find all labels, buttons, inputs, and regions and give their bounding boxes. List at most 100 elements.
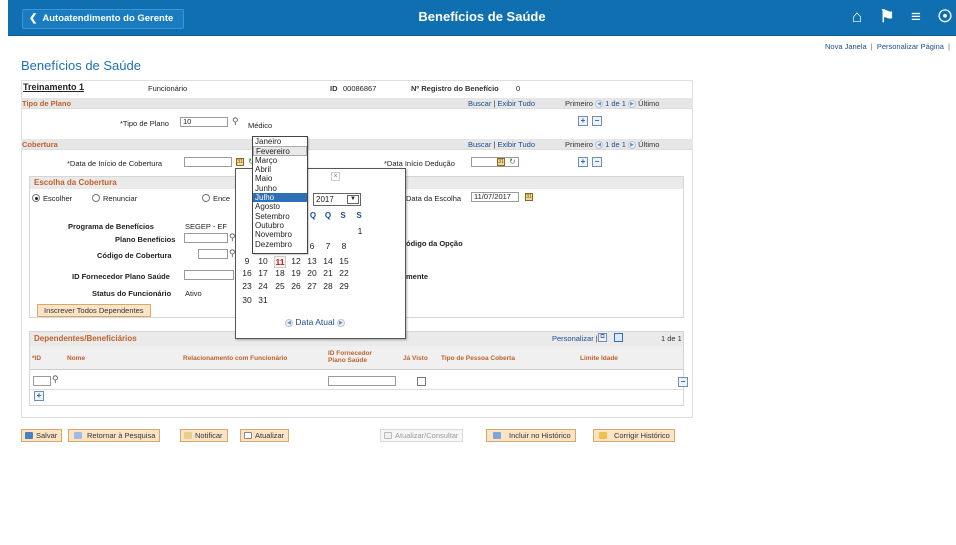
- calendar-day[interactable]: 29: [338, 281, 350, 291]
- next-month-icon[interactable]: ▶: [336, 318, 345, 327]
- next-arrow-icon[interactable]: ▶: [628, 100, 637, 109]
- calendar-day[interactable]: 11: [274, 256, 286, 268]
- update-view-button[interactable]: Atualizar/Consultar: [380, 429, 464, 442]
- calendar-day[interactable]: 24: [257, 281, 269, 291]
- delete-row-button[interactable]: −: [592, 116, 602, 126]
- plan-type-input[interactable]: 10: [180, 117, 228, 127]
- refresh-button[interactable]: Atualizar: [240, 429, 290, 442]
- grid-personalize-link[interactable]: Personalizar: [552, 334, 594, 343]
- month-option[interactable]: Junho: [253, 184, 307, 193]
- add-row-button[interactable]: +: [34, 391, 44, 401]
- month-option[interactable]: Março: [253, 156, 307, 165]
- month-option[interactable]: Setembro: [253, 212, 307, 221]
- coverage-search-link[interactable]: Buscar: [468, 140, 491, 149]
- seen-checkbox[interactable]: [417, 377, 426, 386]
- calendar-day[interactable]: 10: [257, 256, 269, 266]
- calendar-day[interactable]: 14: [322, 256, 334, 266]
- prev-arrow-icon[interactable]: ◀: [595, 141, 604, 150]
- end-radio[interactable]: [202, 194, 210, 202]
- coverage-show-all-link[interactable]: Exibir Tudo: [497, 140, 535, 149]
- calendar-day[interactable]: 20: [306, 268, 318, 278]
- notify-button[interactable]: Notificar: [180, 429, 228, 442]
- lookup-icon[interactable]: ⚲: [52, 374, 59, 385]
- compass-icon[interactable]: ☉: [934, 6, 956, 28]
- enroll-all-dependents-button[interactable]: Inscrever Todos Dependentes: [37, 304, 151, 317]
- month-option[interactable]: Fevereiro: [253, 146, 307, 156]
- include-history-button[interactable]: Incluir no Histórico: [486, 429, 576, 442]
- add-row-button[interactable]: +: [578, 116, 588, 126]
- plan-show-all-link[interactable]: Exibir Tudo: [497, 99, 535, 108]
- month-option[interactable]: Abril: [253, 165, 307, 174]
- calendar-day[interactable]: 23: [241, 281, 253, 291]
- choose-radio[interactable]: [32, 194, 40, 202]
- choice-date-label: Data da Escolha: [406, 194, 462, 203]
- calendar-day[interactable]: 12: [290, 256, 302, 266]
- calendar-day[interactable]: 15: [338, 256, 350, 266]
- calendar-day[interactable]: 18: [274, 268, 286, 278]
- calendar-day[interactable]: 8: [338, 241, 350, 251]
- new-window-link[interactable]: Nova Janela: [825, 42, 867, 51]
- prev-arrow-icon[interactable]: ◀: [595, 100, 604, 109]
- refresh-icon[interactable]: ↻: [509, 157, 516, 166]
- calendar-icon[interactable]: 31: [525, 193, 533, 201]
- calendar-day[interactable]: 21: [322, 268, 334, 278]
- provider-id-label: ID Fornecedor Plano Saúde: [72, 272, 170, 281]
- next-arrow-icon[interactable]: ▶: [628, 141, 637, 150]
- plan-benefits-input[interactable]: [184, 233, 228, 243]
- month-option[interactable]: Agosto: [253, 202, 307, 211]
- provider-id-input[interactable]: [184, 270, 234, 280]
- coverage-code-label: Código de Cobertura: [97, 251, 172, 260]
- calendar-day[interactable]: 31: [257, 295, 269, 305]
- calendar-day[interactable]: 28: [322, 281, 334, 291]
- delete-row-button[interactable]: −: [678, 377, 688, 387]
- dependent-id-input[interactable]: [33, 376, 51, 386]
- month-option[interactable]: Maio: [253, 174, 307, 183]
- year-select[interactable]: 2017 ▼: [313, 193, 361, 206]
- coverage-start-input[interactable]: [184, 157, 232, 167]
- col-age-limit: Limite Idade: [580, 355, 618, 362]
- flag-icon[interactable]: ⚑: [876, 6, 898, 28]
- calendar-day[interactable]: 16: [241, 268, 253, 278]
- zoom-grid-icon[interactable]: ⧉: [598, 333, 607, 342]
- calendar-day[interactable]: 9: [241, 256, 253, 266]
- plan-search-link[interactable]: Buscar: [468, 99, 491, 108]
- col-id: *ID: [32, 355, 42, 362]
- top-bar: ❮ Autoatendimento do Gerente Benefícios d…: [8, 0, 956, 36]
- calendar-day[interactable]: 25: [274, 281, 286, 291]
- add-row-button[interactable]: +: [578, 157, 588, 167]
- home-icon[interactable]: ⌂: [846, 6, 868, 28]
- today-link[interactable]: ◀ Data Atual ▶: [285, 317, 345, 327]
- save-button[interactable]: Salvar: [21, 429, 63, 442]
- download-grid-icon[interactable]: [614, 333, 623, 342]
- calendar-day[interactable]: 26: [290, 281, 302, 291]
- month-option[interactable]: Janeiro: [253, 137, 307, 146]
- benefit-reg-label: Nº Registro do Benefício: [411, 84, 499, 93]
- calendar-day[interactable]: 19: [290, 268, 302, 278]
- return-search-button[interactable]: Retornar à Pesquisa: [68, 429, 161, 442]
- grid-count: 1 de 1: [661, 334, 682, 343]
- month-option[interactable]: Dezembro: [253, 240, 307, 249]
- prev-month-icon[interactable]: ◀: [285, 318, 293, 327]
- dependent-provider-input[interactable]: [328, 376, 396, 386]
- month-option[interactable]: Outubro: [253, 221, 307, 230]
- correct-history-button[interactable]: Corrigir Histórico: [593, 429, 675, 442]
- lookup-icon[interactable]: ⚲: [232, 116, 239, 127]
- calendar-day[interactable]: 30: [241, 295, 253, 305]
- coverage-code-input[interactable]: [198, 249, 228, 259]
- personalize-page-link[interactable]: Personalizar Página: [877, 42, 944, 51]
- close-icon[interactable]: ×: [331, 172, 340, 181]
- decline-radio[interactable]: [92, 194, 100, 202]
- delete-row-button[interactable]: −: [592, 157, 602, 167]
- calendar-day[interactable]: 13: [306, 256, 318, 266]
- menu-icon[interactable]: ≡: [905, 6, 927, 28]
- calendar-day[interactable]: 17: [257, 268, 269, 278]
- calendar-icon[interactable]: 31: [236, 158, 244, 166]
- choice-date-input[interactable]: 11/07/2017: [471, 192, 519, 202]
- month-option[interactable]: Julho: [253, 193, 307, 203]
- calendar-day[interactable]: 7: [322, 241, 334, 251]
- calendar-day[interactable]: 1: [354, 226, 366, 236]
- calendar-icon[interactable]: 31: [497, 158, 505, 166]
- calendar-day[interactable]: 22: [338, 268, 350, 278]
- month-option[interactable]: Novembro: [253, 230, 307, 239]
- calendar-day[interactable]: 27: [306, 281, 318, 291]
